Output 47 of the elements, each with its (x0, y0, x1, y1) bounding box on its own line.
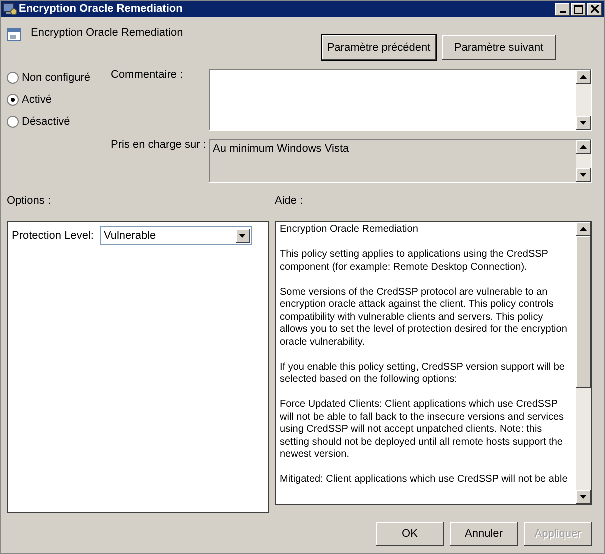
up-arrow-icon (580, 227, 587, 231)
computer-icon (3, 2, 17, 16)
scrollbar[interactable] (576, 70, 591, 130)
dialog-button[interactable]: Annuler (450, 522, 518, 546)
policy-title: Encryption Oracle Remediation (31, 27, 184, 39)
down-arrow-icon (580, 121, 587, 125)
down-arrow-icon (580, 173, 587, 177)
maximize-icon (574, 4, 583, 14)
caret-icon (239, 234, 246, 238)
help-paragraph: Force Updated Clients: Client applications which use CredSSP will not be able to fall back to the insecure versions and services using CredSSP will not accept unpatched clients. Note: this setting should not be deployed until all remote hosts support the newest version. (280, 399, 566, 462)
scroll-down-button[interactable] (576, 490, 591, 504)
minimize-button[interactable] (555, 2, 570, 16)
radio-button[interactable]: Non configuré (7, 72, 103, 84)
scrollbar[interactable] (576, 140, 591, 182)
help-paragraph: This policy setting applies to applications using the CredSSP component (for example: Remote Desktop Connection). (280, 249, 550, 274)
help-paragraph: Some versions of the CredSSP protocol are vulnerable to an encryption oracle attack against the client. This policy controls compatibility with vulnerable clients and servers. This policy allows you to set the level of protection desired for the encryption oracle vulnerability. (280, 286, 568, 349)
protection-level-label: Protection Level: (12, 230, 94, 242)
comment-field[interactable] (209, 69, 592, 131)
policy-icon (7, 27, 23, 43)
supported-on-value: Au minimum Windows Vista (213, 143, 350, 155)
help-paragraph: If you enable this policy setting, CredSSP version support will be selected based on the following options: (280, 362, 566, 386)
maximize-button[interactable] (571, 2, 586, 16)
up-arrow-icon (580, 145, 587, 149)
down-arrow-icon (580, 495, 587, 499)
protection-level-dropdown[interactable]: Vulnerable (100, 226, 252, 245)
help-paragraph: Encryption Oracle Remediation (280, 224, 420, 236)
comment-label: Commentaire : (110, 69, 184, 83)
help-label: Aide : (275, 195, 304, 207)
scroll-down-button[interactable] (576, 116, 591, 130)
radio-button[interactable]: Désactivé (7, 116, 103, 128)
close-icon (590, 5, 598, 13)
window-title: Encryption Oracle Remediation (19, 3, 184, 15)
radio-button[interactable]: Activé (7, 94, 103, 106)
close-button[interactable] (587, 2, 602, 16)
scroll-up-button[interactable] (576, 70, 591, 84)
up-arrow-icon (580, 75, 587, 79)
nav-button[interactable]: Paramètre précédent (322, 35, 436, 60)
nav-button[interactable]: Paramètre suivant (442, 35, 556, 60)
supported-on-label: Pris en charge sur : (110, 139, 208, 153)
scrollbar[interactable] (576, 222, 591, 504)
scroll-thumb[interactable] (576, 236, 591, 388)
dialog-button[interactable]: OK (376, 522, 444, 546)
scroll-up-button[interactable] (576, 140, 591, 154)
options-label: Options : (7, 195, 52, 207)
scroll-up-button[interactable] (576, 222, 591, 236)
scroll-down-button[interactable] (576, 168, 591, 182)
help-paragraph: Mitigated: Client applications which use CredSSP will not be able (280, 474, 569, 486)
